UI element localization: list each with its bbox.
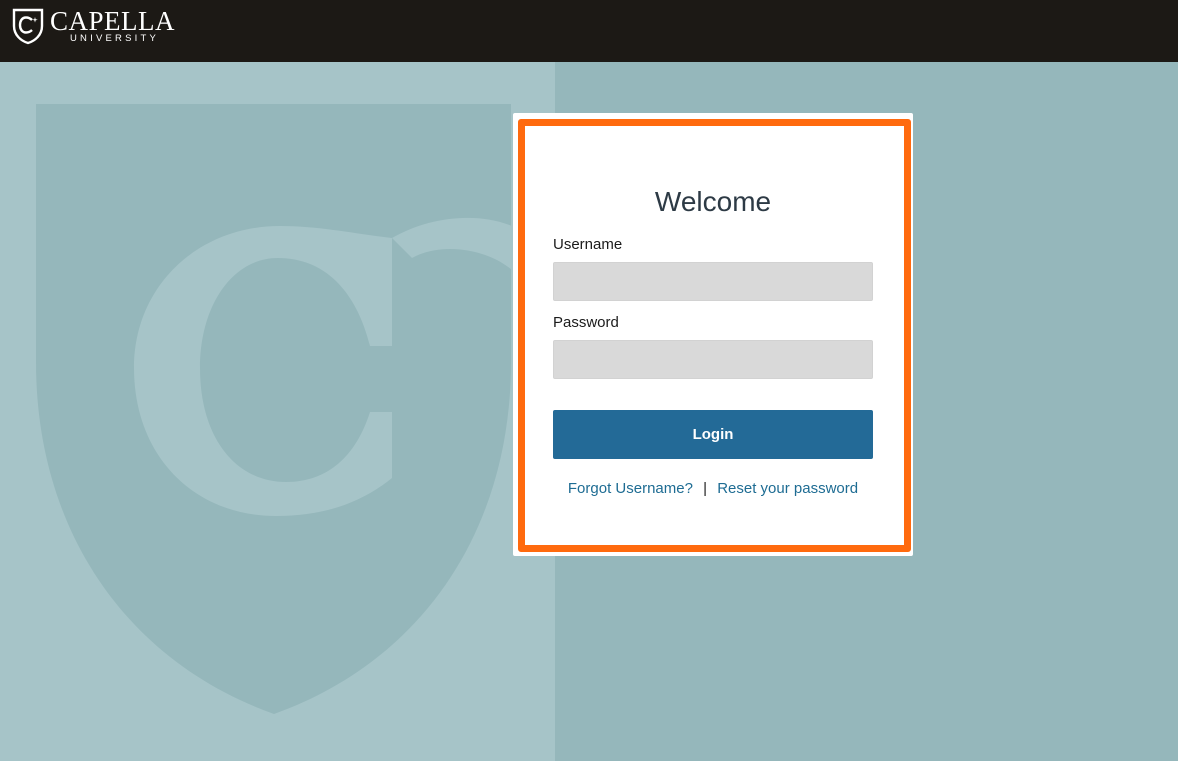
- link-separator: |: [703, 480, 708, 497]
- reset-password-link[interactable]: Reset your password: [717, 480, 858, 497]
- username-label: Username: [553, 236, 623, 253]
- account-help-links: Forgot Username? | Reset your password: [513, 480, 913, 497]
- capella-logo[interactable]: CAPELLA UNIVERSITY: [12, 8, 182, 48]
- forgot-username-link[interactable]: Forgot Username?: [568, 480, 693, 497]
- brand-name: CAPELLA: [50, 6, 175, 36]
- login-button[interactable]: Login: [553, 410, 873, 459]
- password-input[interactable]: [553, 340, 873, 379]
- capella-shield-icon: [12, 8, 44, 45]
- welcome-title: Welcome: [654, 186, 772, 217]
- top-header-bar: CAPELLA UNIVERSITY: [0, 0, 1178, 62]
- username-input[interactable]: [553, 262, 873, 301]
- brand-subtitle: UNIVERSITY: [70, 33, 160, 44]
- password-label: Password: [553, 314, 619, 331]
- capella-shield-watermark-icon: [36, 104, 512, 714]
